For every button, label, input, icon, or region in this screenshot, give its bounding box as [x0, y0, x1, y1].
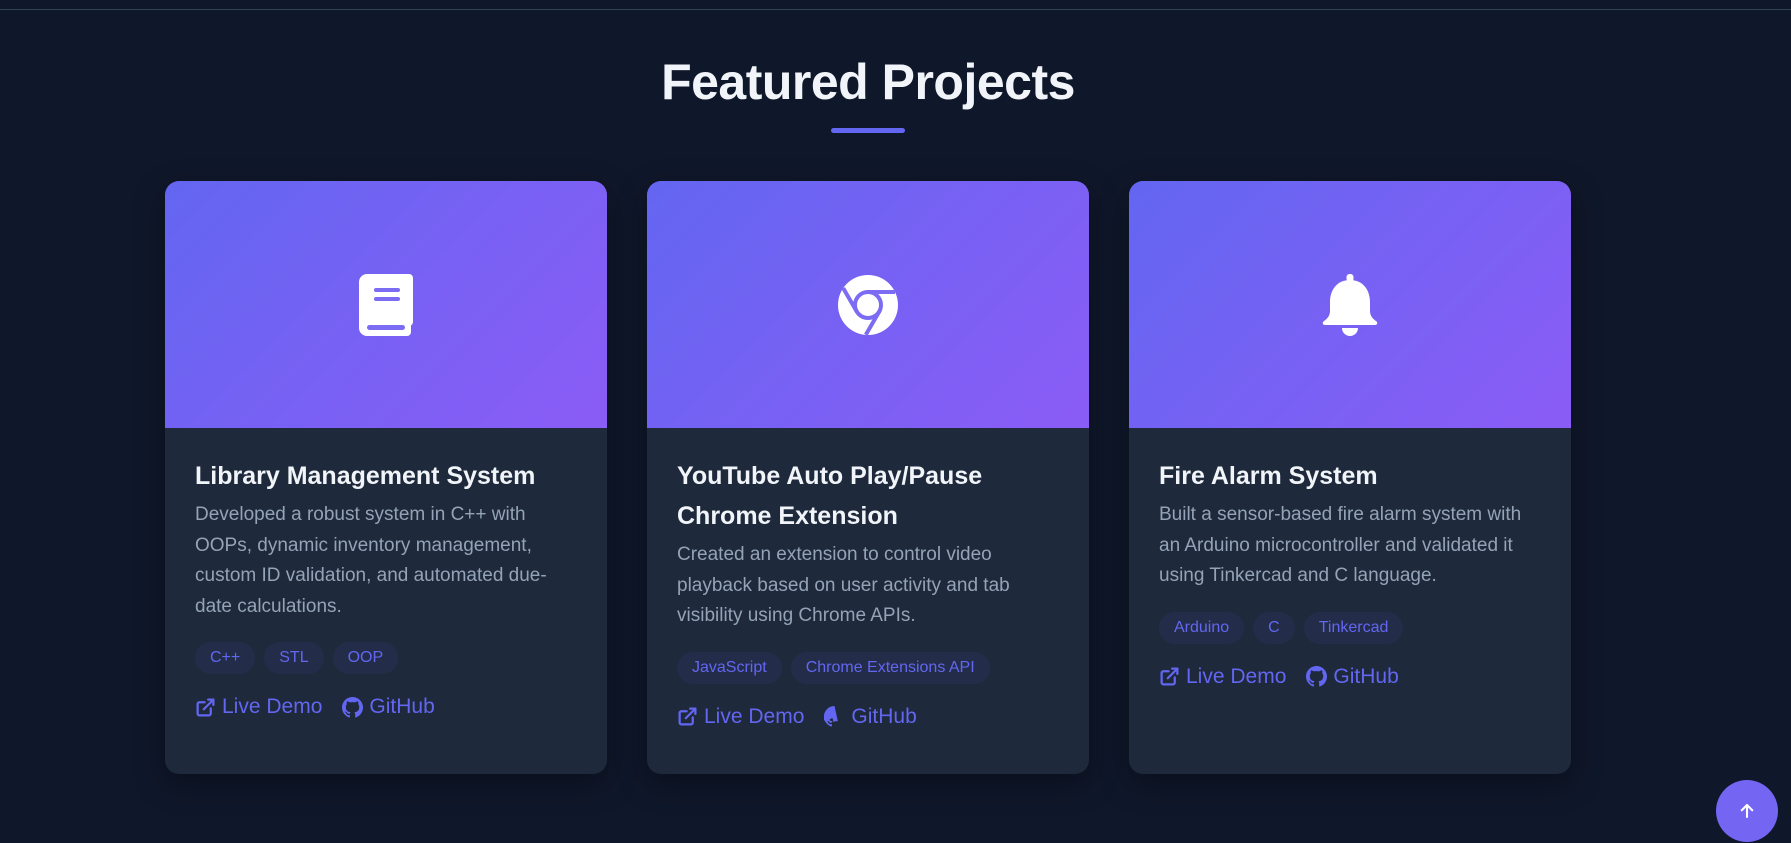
github-icon — [1306, 666, 1328, 687]
github-link[interactable]: GitHub — [342, 692, 435, 722]
external-link-icon — [677, 706, 698, 727]
tech-tag: Tinkercad — [1303, 611, 1404, 644]
tech-tags: C++ STL OOP — [195, 642, 577, 674]
tech-tags: JavaScript Chrome Extensions API — [677, 651, 1059, 684]
live-demo-link[interactable]: Live Demo — [677, 702, 804, 732]
project-description: Built a sensor-based fire alarm system w… — [1159, 504, 1522, 586]
github-link[interactable]: GitHub — [824, 702, 917, 732]
project-links: Live Demo GitHub — [195, 692, 577, 722]
chrome-icon — [836, 273, 900, 337]
live-demo-label: Live Demo — [704, 704, 805, 728]
live-demo-link[interactable]: Live Demo — [1159, 662, 1286, 692]
tech-tag: Arduino — [1159, 611, 1245, 644]
project-card-banner — [1129, 181, 1571, 428]
project-title: Fire Alarm System — [1159, 462, 1378, 490]
tech-tag: STL — [264, 642, 324, 674]
project-card-banner — [165, 181, 607, 428]
live-demo-label: Live Demo — [1186, 664, 1287, 688]
book-icon — [354, 273, 418, 337]
project-card-banner — [647, 181, 1089, 428]
title-underline — [831, 128, 905, 133]
project-card-youtube-extension: YouTube Auto Play/Pause Chrome Extension… — [647, 181, 1089, 774]
github-link[interactable]: GitHub — [1306, 662, 1399, 692]
tech-tags: Arduino C Tinkercad — [1159, 611, 1541, 644]
tech-tag: OOP — [332, 642, 399, 674]
external-link-icon — [195, 697, 216, 718]
scroll-to-top-button[interactable] — [1716, 780, 1778, 842]
github-icon — [342, 696, 364, 718]
project-links: Live Demo GitHub — [1159, 662, 1541, 692]
project-card-body: Fire Alarm System Built a sensor-based f… — [1129, 428, 1571, 692]
tech-tag: JavaScript — [677, 651, 782, 684]
project-links: Live Demo GitHub — [677, 702, 1059, 732]
project-description: Developed a robust system in C++ with OO… — [195, 504, 547, 617]
project-description: Created an extension to control video pl… — [677, 544, 1010, 626]
arrow-up-icon — [1738, 802, 1756, 820]
live-demo-label: Live Demo — [222, 695, 323, 718]
github-label: GitHub — [851, 704, 917, 728]
project-title: Library Management System — [195, 462, 536, 490]
project-card-fire-alarm: Fire Alarm System Built a sensor-based f… — [1129, 181, 1571, 774]
external-link-icon — [1159, 666, 1180, 687]
project-card-body: YouTube Auto Play/Pause Chrome Extension… — [647, 428, 1089, 732]
github-label: GitHub — [369, 695, 435, 718]
github-label: GitHub — [1333, 664, 1399, 688]
project-cards: Library Management System Developed a ro… — [165, 181, 1571, 774]
bell-icon — [1318, 273, 1382, 337]
projects-section: Featured Projects Library Management Sys… — [0, 0, 1791, 843]
tech-tag: C++ — [195, 642, 256, 674]
section-title: Featured Projects — [661, 54, 1075, 110]
project-title: YouTube Auto Play/Pause Chrome Extension — [677, 462, 983, 530]
tech-tag: C — [1253, 611, 1295, 644]
live-demo-link[interactable]: Live Demo — [195, 692, 322, 722]
project-card-body: Library Management System Developed a ro… — [165, 428, 607, 722]
project-card-library: Library Management System Developed a ro… — [165, 181, 607, 774]
tech-tag: Chrome Extensions API — [790, 651, 990, 684]
github-icon — [824, 706, 845, 727]
top-divider — [0, 9, 1791, 10]
